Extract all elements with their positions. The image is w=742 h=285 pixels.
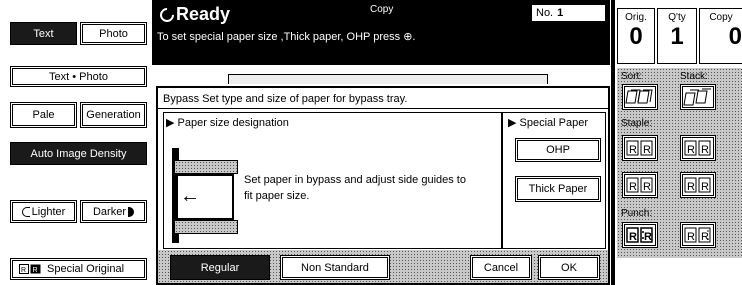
ok-button[interactable]: OK: [538, 255, 600, 280]
copy-counter: Copy 0: [699, 8, 742, 64]
staple-side-icon: RR: [684, 140, 711, 156]
qty-label: Q'ty: [668, 12, 686, 23]
svg-text:R: R: [701, 181, 709, 193]
insert-arrow-icon: ←: [180, 185, 200, 207]
sort-label: Sort:: [621, 71, 643, 82]
svg-text:R: R: [701, 144, 709, 156]
darker-button[interactable]: Darker: [80, 200, 147, 223]
staple-center-icon: RR: [684, 177, 711, 193]
qty-counter: Q'ty 1: [657, 8, 697, 64]
special-original-button[interactable]: RR Special Original: [10, 258, 147, 280]
lighter-label: Lighter: [31, 205, 66, 218]
status-text: Ready: [176, 4, 231, 24]
guide-down-arrow-icon: ↓: [174, 144, 180, 158]
guide-up-arrow-icon: ↑: [174, 231, 180, 245]
svg-text:R: R: [687, 181, 695, 193]
dialog-title: Bypass Set type and size of paper for by…: [163, 93, 408, 105]
orig-label: Orig.: [625, 12, 647, 23]
photo-mode-button[interactable]: Photo: [80, 22, 147, 45]
darker-label: Darker: [92, 205, 126, 218]
staple-center-button[interactable]: RR: [680, 172, 716, 198]
punch-3-hole-icon: RR: [684, 227, 711, 243]
staple-double-button[interactable]: RR: [622, 172, 658, 198]
header-message: To set special paper size ,Thick paper, …: [157, 31, 416, 43]
special-original-icon: RR: [19, 264, 41, 274]
svg-text:R: R: [701, 231, 709, 243]
cancel-button[interactable]: Cancel: [470, 255, 532, 280]
punch-2-hole-button[interactable]: RR: [622, 222, 658, 248]
special-paper-triangle-icon: ▶: [508, 117, 520, 129]
sort-icon: [625, 89, 653, 104]
punch-3-hole-button[interactable]: RR: [680, 222, 716, 248]
no-label: No.: [536, 7, 554, 19]
svg-text:R: R: [629, 231, 637, 243]
stack-icon: [683, 88, 711, 106]
special-paper-label: ▶ Special Paper: [508, 116, 588, 129]
svg-text:R: R: [643, 181, 651, 193]
svg-text:R: R: [629, 181, 637, 193]
text-photo-mode-button[interactable]: Text • Photo: [10, 66, 147, 87]
instruction-line-2: fit paper size.: [244, 190, 310, 202]
staple-label: Staple:: [621, 118, 653, 129]
punch-label: Punch:: [621, 208, 653, 219]
copy-label: Copy: [709, 12, 733, 23]
staple-side-button[interactable]: RR: [680, 135, 716, 161]
stack-button[interactable]: [680, 84, 716, 110]
instruction-line-1: Set paper in bypass and adjust side guid…: [244, 174, 466, 186]
lighter-half-circle-icon: [21, 206, 30, 217]
mode-label: Copy: [370, 4, 394, 15]
dialog-divider: [158, 108, 608, 109]
lighter-button[interactable]: Lighter: [10, 200, 77, 223]
sort-button[interactable]: [622, 84, 658, 110]
no-value: 1: [557, 7, 564, 19]
staple-top-button[interactable]: RR: [622, 135, 658, 161]
svg-text:R: R: [643, 144, 651, 156]
qty-value: 1: [670, 23, 684, 50]
special-paper-text: Special Paper: [519, 117, 589, 129]
svg-text:R: R: [687, 231, 695, 243]
bypass-instruction: Set paper in bypass and adjust side guid…: [244, 172, 466, 204]
thick-paper-button[interactable]: Thick Paper: [515, 176, 601, 202]
generation-mode-button[interactable]: Generation: [80, 102, 147, 128]
darker-half-circle-icon: [128, 206, 134, 217]
orig-counter: Orig. 0: [617, 8, 655, 64]
svg-text:R: R: [687, 144, 695, 156]
paper-size-designation-text: Paper size designation: [177, 117, 289, 129]
punch-2-hole-icon: RR: [626, 227, 653, 243]
job-number-box: No. 1: [531, 4, 606, 22]
staple-double-icon: RR: [626, 177, 653, 193]
copy-value: 0: [728, 23, 742, 50]
non-standard-button[interactable]: Non Standard: [280, 255, 390, 280]
stack-label: Stack:: [680, 71, 708, 82]
bypass-tray-top: [174, 160, 238, 174]
svg-text:R: R: [629, 144, 637, 156]
staple-top-icon: RR: [626, 140, 653, 156]
background-tabs-strip: [228, 74, 548, 84]
text-mode-button[interactable]: Text: [10, 22, 77, 45]
orig-value: 0: [629, 23, 643, 50]
ohp-button[interactable]: OHP: [515, 138, 601, 162]
pale-mode-button[interactable]: Pale: [10, 102, 77, 128]
svg-text:R: R: [644, 231, 652, 243]
special-original-label: Special Original: [47, 263, 125, 275]
paper-size-designation-label: ▶ Paper size designation: [166, 116, 289, 129]
bypass-tray-bottom: [174, 220, 238, 234]
svg-text:R: R: [21, 267, 26, 274]
right-panel-separator: [611, 0, 615, 285]
regular-button[interactable]: Regular: [170, 255, 270, 280]
svg-text:R: R: [33, 267, 38, 274]
auto-image-density-button[interactable]: Auto Image Density: [10, 142, 147, 165]
triangle-right-icon: ▶: [166, 117, 178, 129]
